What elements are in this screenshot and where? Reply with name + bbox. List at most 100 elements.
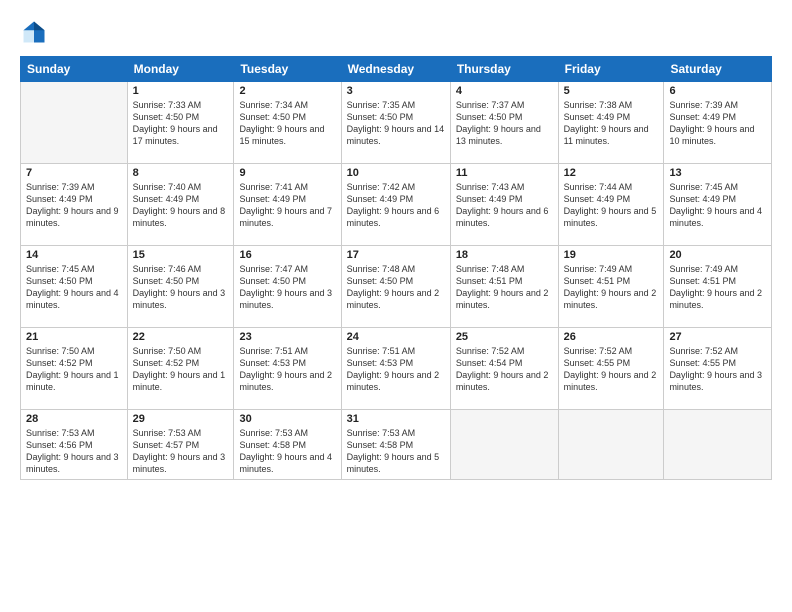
- calendar-cell: 28 Sunrise: 7:53 AMSunset: 4:56 PMDayligh…: [21, 410, 128, 480]
- day-info: Sunrise: 7:47 AMSunset: 4:50 PMDaylight:…: [239, 263, 335, 312]
- logo: [20, 18, 52, 46]
- calendar-cell: 31Sunrise: 7:53 AMSunset: 4:58 PMDayligh…: [341, 410, 450, 480]
- calendar-cell: 30 Sunrise: 7:53 AMSunset: 4:58 PMDayligh…: [234, 410, 341, 480]
- day-number: 1: [133, 85, 229, 97]
- day-info: Sunrise: 7:35 AMSunset: 4:50 PMDaylight:…: [347, 99, 445, 148]
- calendar-header-saturday: Saturday: [664, 57, 772, 82]
- day-number: 12: [564, 167, 659, 179]
- day-info: Sunrise: 7:46 AMSunset: 4:50 PMDaylight:…: [133, 263, 229, 312]
- calendar-cell: 3 Sunrise: 7:35 AMSunset: 4:50 PMDaylight…: [341, 82, 450, 164]
- day-number: 26: [564, 331, 659, 343]
- calendar-cell: 29Sunrise: 7:53 AMSunset: 4:57 PMDayligh…: [127, 410, 234, 480]
- day-number: 16: [239, 249, 335, 261]
- day-info: Sunrise: 7:48 AMSunset: 4:50 PMDaylight:…: [347, 263, 445, 312]
- day-number: 13: [669, 167, 766, 179]
- logo-icon: [20, 18, 48, 46]
- day-info: Sunrise: 7:37 AMSunset: 4:50 PMDaylight:…: [456, 99, 553, 148]
- day-number: 17: [347, 249, 445, 261]
- calendar-cell: 22 Sunrise: 7:50 AMSunset: 4:52 PMDayligh…: [127, 328, 234, 410]
- day-info: Sunrise: 7:49 AMSunset: 4:51 PMDaylight:…: [564, 263, 659, 312]
- calendar-cell: 26Sunrise: 7:52 AMSunset: 4:55 PMDayligh…: [558, 328, 664, 410]
- calendar-header-row: SundayMondayTuesdayWednesdayThursdayFrid…: [21, 57, 772, 82]
- day-number: 24: [347, 331, 445, 343]
- calendar-cell: 8 Sunrise: 7:40 AMSunset: 4:49 PMDaylight…: [127, 164, 234, 246]
- calendar-cell: 20 Sunrise: 7:49 AMSunset: 4:51 PMDayligh…: [664, 246, 772, 328]
- day-number: 27: [669, 331, 766, 343]
- calendar-cell: 11 Sunrise: 7:43 AMSunset: 4:49 PMDayligh…: [450, 164, 558, 246]
- day-info: Sunrise: 7:44 AMSunset: 4:49 PMDaylight:…: [564, 181, 659, 230]
- day-number: 30: [239, 413, 335, 425]
- calendar-cell: 24 Sunrise: 7:51 AMSunset: 4:53 PMDayligh…: [341, 328, 450, 410]
- calendar-cell: 5 Sunrise: 7:38 AMSunset: 4:49 PMDaylight…: [558, 82, 664, 164]
- calendar-header-tuesday: Tuesday: [234, 57, 341, 82]
- calendar-cell: [450, 410, 558, 480]
- day-number: 11: [456, 167, 553, 179]
- calendar-header-wednesday: Wednesday: [341, 57, 450, 82]
- day-number: 2: [239, 85, 335, 97]
- calendar-cell: 13 Sunrise: 7:45 AMSunset: 4:49 PMDayligh…: [664, 164, 772, 246]
- day-info: Sunrise: 7:45 AMSunset: 4:49 PMDaylight:…: [669, 181, 766, 230]
- day-info: Sunrise: 7:51 AMSunset: 4:53 PMDaylight:…: [239, 345, 335, 394]
- calendar-header-friday: Friday: [558, 57, 664, 82]
- calendar-cell: 2 Sunrise: 7:34 AMSunset: 4:50 PMDaylight…: [234, 82, 341, 164]
- calendar-cell: [558, 410, 664, 480]
- calendar-header-monday: Monday: [127, 57, 234, 82]
- day-info: Sunrise: 7:38 AMSunset: 4:49 PMDaylight:…: [564, 99, 659, 148]
- calendar-cell: 17 Sunrise: 7:48 AMSunset: 4:50 PMDayligh…: [341, 246, 450, 328]
- calendar-cell: 21 Sunrise: 7:50 AMSunset: 4:52 PMDayligh…: [21, 328, 128, 410]
- calendar-cell: 27 Sunrise: 7:52 AMSunset: 4:55 PMDayligh…: [664, 328, 772, 410]
- day-number: 14: [26, 249, 122, 261]
- day-info: Sunrise: 7:45 AMSunset: 4:50 PMDaylight:…: [26, 263, 122, 312]
- calendar-cell: 25Sunrise: 7:52 AMSunset: 4:54 PMDayligh…: [450, 328, 558, 410]
- day-number: 8: [133, 167, 229, 179]
- calendar-cell: 9Sunrise: 7:41 AMSunset: 4:49 PMDaylight…: [234, 164, 341, 246]
- day-number: 28: [26, 413, 122, 425]
- calendar-cell: 10 Sunrise: 7:42 AMSunset: 4:49 PMDayligh…: [341, 164, 450, 246]
- day-info: Sunrise: 7:51 AMSunset: 4:53 PMDaylight:…: [347, 345, 445, 394]
- day-info: Sunrise: 7:53 AMSunset: 4:58 PMDaylight:…: [239, 427, 335, 476]
- day-number: 7: [26, 167, 122, 179]
- day-info: Sunrise: 7:42 AMSunset: 4:49 PMDaylight:…: [347, 181, 445, 230]
- calendar-cell: 16 Sunrise: 7:47 AMSunset: 4:50 PMDayligh…: [234, 246, 341, 328]
- day-info: Sunrise: 7:39 AMSunset: 4:49 PMDaylight:…: [669, 99, 766, 148]
- day-number: 10: [347, 167, 445, 179]
- day-info: Sunrise: 7:48 AMSunset: 4:51 PMDaylight:…: [456, 263, 553, 312]
- day-info: Sunrise: 7:53 AMSunset: 4:56 PMDaylight:…: [26, 427, 122, 476]
- calendar-cell: 1 Sunrise: 7:33 AMSunset: 4:50 PMDaylight…: [127, 82, 234, 164]
- calendar-cell: [21, 82, 128, 164]
- day-number: 5: [564, 85, 659, 97]
- calendar-header-sunday: Sunday: [21, 57, 128, 82]
- calendar-cell: 7 Sunrise: 7:39 AMSunset: 4:49 PMDaylight…: [21, 164, 128, 246]
- calendar-cell: 15 Sunrise: 7:46 AMSunset: 4:50 PMDayligh…: [127, 246, 234, 328]
- day-info: Sunrise: 7:39 AMSunset: 4:49 PMDaylight:…: [26, 181, 122, 230]
- calendar-table: SundayMondayTuesdayWednesdayThursdayFrid…: [20, 56, 772, 480]
- day-number: 22: [133, 331, 229, 343]
- day-info: Sunrise: 7:50 AMSunset: 4:52 PMDaylight:…: [26, 345, 122, 394]
- day-info: Sunrise: 7:33 AMSunset: 4:50 PMDaylight:…: [133, 99, 229, 148]
- day-info: Sunrise: 7:52 AMSunset: 4:54 PMDaylight:…: [456, 345, 553, 394]
- calendar-cell: [664, 410, 772, 480]
- calendar-cell: 12 Sunrise: 7:44 AMSunset: 4:49 PMDayligh…: [558, 164, 664, 246]
- day-info: Sunrise: 7:53 AMSunset: 4:58 PMDaylight:…: [347, 427, 445, 476]
- day-number: 23: [239, 331, 335, 343]
- day-number: 15: [133, 249, 229, 261]
- calendar-cell: 6 Sunrise: 7:39 AMSunset: 4:49 PMDaylight…: [664, 82, 772, 164]
- day-info: Sunrise: 7:40 AMSunset: 4:49 PMDaylight:…: [133, 181, 229, 230]
- day-number: 21: [26, 331, 122, 343]
- day-number: 3: [347, 85, 445, 97]
- calendar-cell: 18 Sunrise: 7:48 AMSunset: 4:51 PMDayligh…: [450, 246, 558, 328]
- day-info: Sunrise: 7:41 AMSunset: 4:49 PMDaylight:…: [239, 181, 335, 230]
- day-number: 20: [669, 249, 766, 261]
- day-info: Sunrise: 7:52 AMSunset: 4:55 PMDaylight:…: [669, 345, 766, 394]
- day-number: 18: [456, 249, 553, 261]
- calendar-cell: 23 Sunrise: 7:51 AMSunset: 4:53 PMDayligh…: [234, 328, 341, 410]
- day-number: 19: [564, 249, 659, 261]
- calendar-cell: 4Sunrise: 7:37 AMSunset: 4:50 PMDaylight…: [450, 82, 558, 164]
- day-number: 6: [669, 85, 766, 97]
- day-info: Sunrise: 7:50 AMSunset: 4:52 PMDaylight:…: [133, 345, 229, 394]
- page-header: [20, 18, 772, 46]
- day-info: Sunrise: 7:49 AMSunset: 4:51 PMDaylight:…: [669, 263, 766, 312]
- day-info: Sunrise: 7:34 AMSunset: 4:50 PMDaylight:…: [239, 99, 335, 148]
- day-info: Sunrise: 7:43 AMSunset: 4:49 PMDaylight:…: [456, 181, 553, 230]
- calendar-header-thursday: Thursday: [450, 57, 558, 82]
